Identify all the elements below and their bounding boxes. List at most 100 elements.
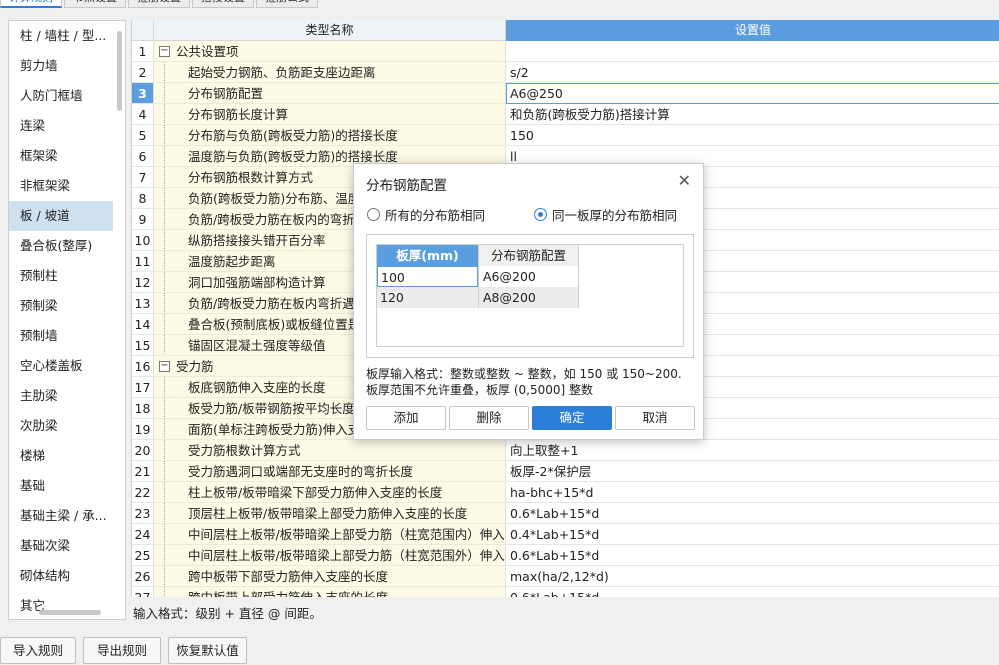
type-name-cell[interactable]: 分布筋与负筋(跨板受力筋)的搭接长度: [154, 125, 506, 146]
tab-lap-settings[interactable]: 搭接设置: [192, 0, 254, 8]
sidebar-item[interactable]: 砌体结构: [9, 561, 113, 591]
row-number[interactable]: 8: [132, 188, 154, 209]
row-number[interactable]: 20: [132, 440, 154, 461]
table-row[interactable]: 2 起始受力钢筋、负筋距支座边距离 s/2: [132, 62, 999, 83]
sidebar-item[interactable]: 连梁: [9, 111, 113, 141]
type-name-cell[interactable]: 分布钢筋长度计算: [154, 104, 506, 125]
sidebar-item[interactable]: 人防门框墙: [9, 81, 113, 111]
sidebar-item[interactable]: 楼梯: [9, 441, 113, 471]
tab-stirrup-settings[interactable]: 箍筋设置: [128, 0, 190, 8]
config-cell[interactable]: A8@200: [478, 287, 579, 308]
thickness-cell[interactable]: 120: [377, 287, 478, 308]
tab-node-settings[interactable]: 节点设置: [64, 0, 126, 8]
sidebar-item[interactable]: 主肋梁: [9, 381, 113, 411]
table-row[interactable]: 5 分布筋与负筋(跨板受力筋)的搭接长度 150: [132, 125, 999, 146]
setting-value-cell[interactable]: 向上取整+1: [506, 440, 999, 461]
restore-defaults-button[interactable]: 恢复默认值: [168, 637, 247, 664]
row-number[interactable]: 9: [132, 209, 154, 230]
setting-value-cell[interactable]: 0.4*Lab+15*d: [506, 524, 999, 545]
setting-value-cell[interactable]: 0.6*Lab+15*d: [506, 545, 999, 566]
sidebar-item[interactable]: 框架梁: [9, 141, 113, 171]
row-number[interactable]: 11: [132, 251, 154, 272]
group-name-cell[interactable]: − 公共设置项: [154, 41, 506, 62]
row-number[interactable]: 3: [132, 83, 154, 104]
setting-value-cell[interactable]: s/2: [506, 62, 999, 83]
row-number[interactable]: 14: [132, 314, 154, 335]
col-config-header[interactable]: 分布钢筋配置: [478, 245, 579, 266]
radio-circle-icon[interactable]: [367, 208, 380, 221]
cancel-button[interactable]: 取消: [615, 406, 695, 430]
row-number[interactable]: 13: [132, 293, 154, 314]
row-number[interactable]: 5: [132, 125, 154, 146]
sidebar-item[interactable]: 基础次梁: [9, 531, 113, 561]
type-name-cell[interactable]: 顶层柱上板带/板带暗梁上部受力筋伸入支座的长度: [154, 503, 506, 524]
row-number[interactable]: 6: [132, 146, 154, 167]
sidebar-item[interactable]: 非框架梁: [9, 171, 113, 201]
row-number[interactable]: 12: [132, 272, 154, 293]
sidebar-item[interactable]: 柱 / 墙柱 / 型...: [9, 21, 113, 51]
type-name-cell[interactable]: 跨中板带下部受力筋伸入支座的长度: [154, 566, 506, 587]
sidebar-horizontal-scrollbar[interactable]: [39, 610, 101, 615]
type-name-cell[interactable]: 柱上板带/板带暗梁下部受力筋伸入支座的长度: [154, 482, 506, 503]
row-number[interactable]: 25: [132, 545, 154, 566]
row-number[interactable]: 21: [132, 461, 154, 482]
sidebar-item[interactable]: 预制梁: [9, 291, 113, 321]
row-number[interactable]: 26: [132, 566, 154, 587]
ok-button[interactable]: 确定: [532, 406, 612, 430]
close-icon[interactable]: ✕: [678, 173, 691, 189]
table-row[interactable]: 27 跨中板带上部受力筋伸入支座的长度 0.6*Lab+15*d: [132, 587, 999, 597]
setting-value-cell[interactable]: ha-bhc+15*d: [506, 482, 999, 503]
type-name-cell[interactable]: 中间层柱上板带/板带暗梁上部受力筋（柱宽范围内）伸入...: [154, 524, 506, 545]
table-row[interactable]: 24 中间层柱上板带/板带暗梁上部受力筋（柱宽范围内）伸入... 0.4*Lab+1…: [132, 524, 999, 545]
table-row[interactable]: 3 分布钢筋配置 A6@250: [132, 83, 999, 104]
row-number[interactable]: 2: [132, 62, 154, 83]
setting-value-cell[interactable]: 板厚-2*保护层: [506, 461, 999, 482]
table-row[interactable]: 21 受力筋遇洞口或端部无支座时的弯折长度 板厚-2*保护层: [132, 461, 999, 482]
sidebar-item[interactable]: 空心楼盖板: [9, 351, 113, 381]
sidebar-item[interactable]: 次肋梁: [9, 411, 113, 441]
add-button[interactable]: 添加: [366, 406, 446, 430]
type-name-cell[interactable]: 起始受力钢筋、负筋距支座边距离: [154, 62, 506, 83]
setting-value-cell[interactable]: 150: [506, 125, 999, 146]
sidebar-item[interactable]: 预制墙: [9, 321, 113, 351]
config-cell[interactable]: A6@200: [478, 266, 579, 287]
export-rules-button[interactable]: 导出规则: [83, 637, 161, 664]
table-row[interactable]: 25 中间层柱上板带/板带暗梁上部受力筋（柱宽范围外）伸入... 0.6*Lab+1…: [132, 545, 999, 566]
setting-value-cell[interactable]: 和负筋(跨板受力筋)搭接计算: [506, 104, 999, 125]
row-number[interactable]: 27: [132, 587, 154, 597]
type-name-cell[interactable]: 受力筋遇洞口或端部无支座时的弯折长度: [154, 461, 506, 482]
sidebar-item[interactable]: 板 / 坡道: [9, 201, 113, 231]
import-rules-button[interactable]: 导入规则: [0, 637, 76, 664]
table-row[interactable]: 4 分布钢筋长度计算 和负筋(跨板受力筋)搭接计算: [132, 104, 999, 125]
sidebar-item[interactable]: 基础主梁 / 承...: [9, 501, 113, 531]
col-thickness-header[interactable]: 板厚(mm): [377, 245, 478, 266]
row-number[interactable]: 22: [132, 482, 154, 503]
setting-value-cell[interactable]: max(ha/2,12*d): [506, 566, 999, 587]
table-row[interactable]: 23 顶层柱上板带/板带暗梁上部受力筋伸入支座的长度 0.6*Lab+15*d: [132, 503, 999, 524]
row-number[interactable]: 16: [132, 356, 154, 377]
sidebar-item[interactable]: 叠合板(整厚): [9, 231, 113, 261]
row-number[interactable]: 1: [132, 41, 154, 62]
setting-value-cell[interactable]: [506, 41, 999, 62]
tab-stirrup-formula[interactable]: 箍筋公式: [256, 0, 318, 8]
type-name-cell[interactable]: 分布钢筋配置: [154, 83, 506, 104]
table-row[interactable]: 22 柱上板带/板带暗梁下部受力筋伸入支座的长度 ha-bhc+15*d: [132, 482, 999, 503]
radio-selected-icon[interactable]: [534, 208, 547, 221]
collapse-icon[interactable]: −: [159, 361, 170, 372]
setting-value-cell[interactable]: 0.6*Lab+15*d: [506, 587, 999, 597]
sidebar-vertical-scrollbar[interactable]: [117, 31, 122, 111]
table-row[interactable]: 20 受力筋根数计算方式 向上取整+1: [132, 440, 999, 461]
sidebar-item[interactable]: 预制柱: [9, 261, 113, 291]
row-number[interactable]: 4: [132, 104, 154, 125]
sidebar-item[interactable]: 剪力墙: [9, 51, 113, 81]
row-number[interactable]: 7: [132, 167, 154, 188]
sidebar-item[interactable]: 其它: [9, 591, 113, 619]
tab-calc-rules[interactable]: 计算规则: [0, 0, 62, 8]
type-name-cell[interactable]: 跨中板带上部受力筋伸入支座的长度: [154, 587, 506, 597]
sidebar-item[interactable]: 基础: [9, 471, 113, 501]
row-number[interactable]: 17: [132, 377, 154, 398]
table-row[interactable]: 1− 公共设置项: [132, 41, 999, 62]
row-number[interactable]: 18: [132, 398, 154, 419]
setting-value-input[interactable]: A6@250: [506, 83, 999, 104]
radio-all-same[interactable]: 所有的分布筋相同: [367, 205, 485, 224]
